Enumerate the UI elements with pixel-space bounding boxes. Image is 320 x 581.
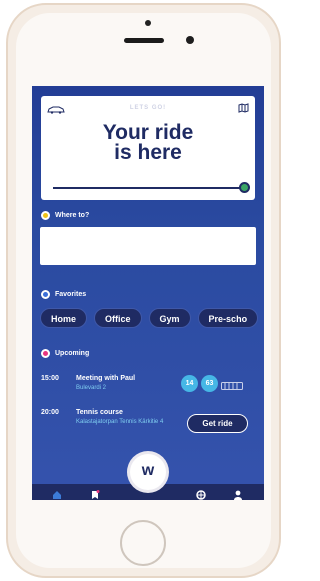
tram-icon — [221, 378, 243, 396]
event-location: Bulevardi 2 — [76, 385, 107, 391]
route-badge: 63 — [201, 375, 218, 392]
favorites-label: Favorites — [41, 290, 86, 299]
card-tagline: LETS GO! — [129, 105, 167, 111]
event-time: 20:00 — [41, 409, 59, 416]
document-icon[interactable] — [90, 487, 100, 500]
center-logo-button[interactable]: w — [130, 454, 166, 490]
ball-icon[interactable] — [196, 487, 206, 500]
sensor-dot — [145, 20, 151, 26]
app-screen: LETS GO! Your ride is here Where to? Favo… — [32, 86, 264, 500]
destination-dot-icon — [41, 211, 50, 220]
favorites-list: Home Office Gym Pre-scho — [40, 308, 259, 328]
route-badge: 14 — [181, 375, 198, 392]
where-to-label: Where to? — [41, 211, 89, 220]
favorite-chip-office[interactable]: Office — [94, 308, 142, 328]
upcoming-text: Upcoming — [55, 350, 90, 357]
favorite-chip-preschool[interactable]: Pre-scho — [197, 308, 259, 328]
home-icon[interactable] — [52, 487, 62, 500]
event-time: 15:00 — [41, 375, 59, 382]
favorites-text: Favorites — [55, 291, 87, 298]
event-title: Tennis course — [76, 409, 123, 416]
home-button[interactable] — [120, 520, 166, 566]
ride-progress-marker — [239, 182, 250, 193]
destination-input[interactable] — [40, 227, 256, 265]
get-ride-button[interactable]: Get ride — [187, 414, 248, 433]
user-icon[interactable] — [233, 487, 243, 500]
map-icon[interactable] — [238, 100, 249, 118]
where-to-text: Where to? — [55, 212, 90, 219]
front-camera — [186, 36, 194, 44]
event-title: Meeting with Paul — [76, 375, 136, 382]
event-location: Kalastajatorpan Tennis Kärkitie 4 — [76, 419, 164, 425]
ride-status-card: LETS GO! Your ride is here — [41, 96, 255, 200]
favorite-chip-gym[interactable]: Gym — [148, 308, 191, 328]
ride-title: Your ride is here — [102, 121, 194, 164]
upcoming-label: Upcoming — [41, 349, 89, 358]
ride-progress-track — [53, 187, 241, 189]
favorites-dot-icon — [41, 290, 50, 299]
speaker-slot — [124, 38, 164, 43]
upcoming-dot-icon — [41, 349, 50, 358]
favorite-chip-home[interactable]: Home — [40, 308, 88, 328]
